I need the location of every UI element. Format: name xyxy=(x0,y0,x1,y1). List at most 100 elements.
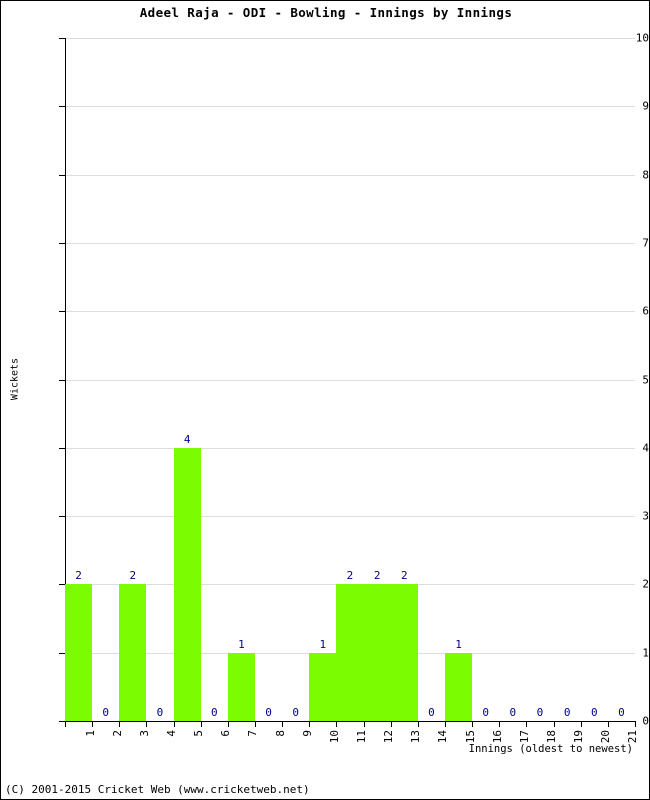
bar-slot: 0 xyxy=(418,38,445,721)
x-axis-tick xyxy=(553,722,555,727)
x-axis-tick xyxy=(336,722,338,727)
x-axis-tick xyxy=(282,722,284,727)
bar-value-label: 0 xyxy=(563,706,571,719)
bar-slot: 2 xyxy=(119,38,147,721)
bar-slot: 0 xyxy=(282,38,309,721)
bar-value-label: 2 xyxy=(373,569,381,583)
bar[interactable] xyxy=(363,584,391,721)
x-axis-tick-label: 5 xyxy=(192,730,206,737)
x-axis-tick xyxy=(173,722,175,727)
bar-value-label: 2 xyxy=(129,569,137,583)
bar-slot: 2 xyxy=(336,38,364,721)
x-axis-tick-label: 2 xyxy=(110,730,124,737)
x-axis-tick-label: 4 xyxy=(165,730,178,737)
x-axis-tick xyxy=(390,722,392,727)
x-axis-tick xyxy=(65,722,66,727)
bar[interactable] xyxy=(119,584,147,721)
bar-slot: 0 xyxy=(554,38,581,721)
x-axis-tick-label: 15 xyxy=(463,730,477,744)
x-axis-tick-label: 7 xyxy=(246,730,260,737)
bar-value-label: 0 xyxy=(428,706,435,719)
x-axis-tick xyxy=(227,722,229,727)
x-axis-tick xyxy=(92,722,94,727)
bar-value-label: 2 xyxy=(400,569,408,583)
bar-slot: 2 xyxy=(65,38,93,721)
x-axis-tick-label: 13 xyxy=(409,730,423,744)
bar-value-label: 0 xyxy=(482,706,490,719)
bar-slot: 0 xyxy=(499,38,526,721)
bar[interactable] xyxy=(445,652,473,721)
x-axis-tick xyxy=(607,722,609,727)
bar-value-label: 4 xyxy=(183,432,191,446)
bar-slot: 2 xyxy=(363,38,391,721)
bar-slot: 0 xyxy=(146,38,173,721)
bar-slot: 1 xyxy=(309,38,337,721)
x-axis-tick xyxy=(445,722,446,727)
bar-slot: 0 xyxy=(608,38,635,721)
x-axis-tick xyxy=(200,722,202,727)
bar-slot: 0 xyxy=(581,38,608,721)
x-axis-tick-label: 11 xyxy=(355,730,368,744)
bar-slot: 1 xyxy=(227,38,255,721)
bar-slot: 0 xyxy=(472,38,499,721)
bar-value-label: 1 xyxy=(238,637,245,651)
x-axis-tick xyxy=(526,722,528,727)
bars-group: 2 0 2 0 4 0 1 0 0 1 2 2 2 0 1 0 0 0 0 0 0 xyxy=(65,38,635,721)
bar-value-label: 0 xyxy=(265,706,272,719)
chart-title: Adeel Raja - ODI - Bowling - Innings by … xyxy=(139,5,513,20)
bar[interactable] xyxy=(336,584,364,721)
x-axis-tick xyxy=(499,722,501,727)
bar-slot: 0 xyxy=(255,38,282,721)
bar-slot: 0 xyxy=(526,38,553,721)
x-axis-tick xyxy=(146,722,148,727)
x-axis-tick-label: 20 xyxy=(599,730,613,744)
x-axis-tick-label: 3 xyxy=(137,730,151,737)
bar[interactable] xyxy=(65,584,93,721)
x-axis-tick-label: 8 xyxy=(273,730,287,737)
x-axis-tick-label: 19 xyxy=(572,730,586,744)
bar[interactable] xyxy=(390,584,418,721)
bar-slot: 1 xyxy=(445,38,473,721)
chart-container: Adeel Raja - ODI - Bowling - Innings by … xyxy=(0,0,650,800)
bar-value-label: 2 xyxy=(75,569,82,583)
bar-value-label: 0 xyxy=(102,706,110,719)
bar-value-label: 0 xyxy=(590,706,598,719)
x-axis-tick xyxy=(119,722,121,727)
bar-value-label: 1 xyxy=(455,637,462,651)
bar[interactable] xyxy=(309,652,337,721)
x-axis-title: Innings (oldest to newest) xyxy=(468,743,633,755)
bar-value-label: 2 xyxy=(346,569,354,583)
x-axis-tick xyxy=(580,722,582,727)
x-axis-tick-label: 1 xyxy=(83,730,97,737)
footer-copyright: (C) 2001-2015 Cricket Web (www.cricketwe… xyxy=(5,783,310,796)
bar[interactable] xyxy=(173,447,201,721)
x-axis-tick-label: 12 xyxy=(382,730,396,744)
x-axis-tick-label: 16 xyxy=(490,730,504,744)
bar-value-label: 0 xyxy=(210,706,218,719)
bar-slot: 0 xyxy=(92,38,119,721)
x-axis-tick xyxy=(363,722,365,727)
bar-value-label: 0 xyxy=(292,706,300,719)
x-axis-tick-label: 14 xyxy=(436,730,450,744)
bar-slot: 2 xyxy=(390,38,418,721)
x-axis-tick xyxy=(417,722,419,727)
bar-slot: 4 xyxy=(173,38,201,721)
x-axis-tick-label: 21 xyxy=(626,730,640,744)
x-axis-tick xyxy=(309,722,311,727)
x-axis-tick-label: 9 xyxy=(300,730,314,737)
x-axis-tick xyxy=(472,722,474,727)
bar[interactable] xyxy=(227,652,255,721)
x-axis-tick-label: 6 xyxy=(219,730,233,737)
bar-value-label: 0 xyxy=(509,706,517,719)
x-axis-tick-label: 10 xyxy=(327,730,341,744)
x-axis-tick xyxy=(255,722,256,727)
x-axis-tick-label: 17 xyxy=(517,730,531,744)
bar-value-label: 1 xyxy=(319,637,327,651)
y-axis-title: Wickets xyxy=(9,357,21,401)
x-axis-tick xyxy=(635,722,636,727)
bar-value-label: 0 xyxy=(618,706,625,719)
x-axis-line xyxy=(65,721,636,722)
bar-value-label: 0 xyxy=(156,706,164,719)
x-axis-tick-label: 18 xyxy=(545,730,558,744)
bar-slot: 0 xyxy=(201,38,228,721)
